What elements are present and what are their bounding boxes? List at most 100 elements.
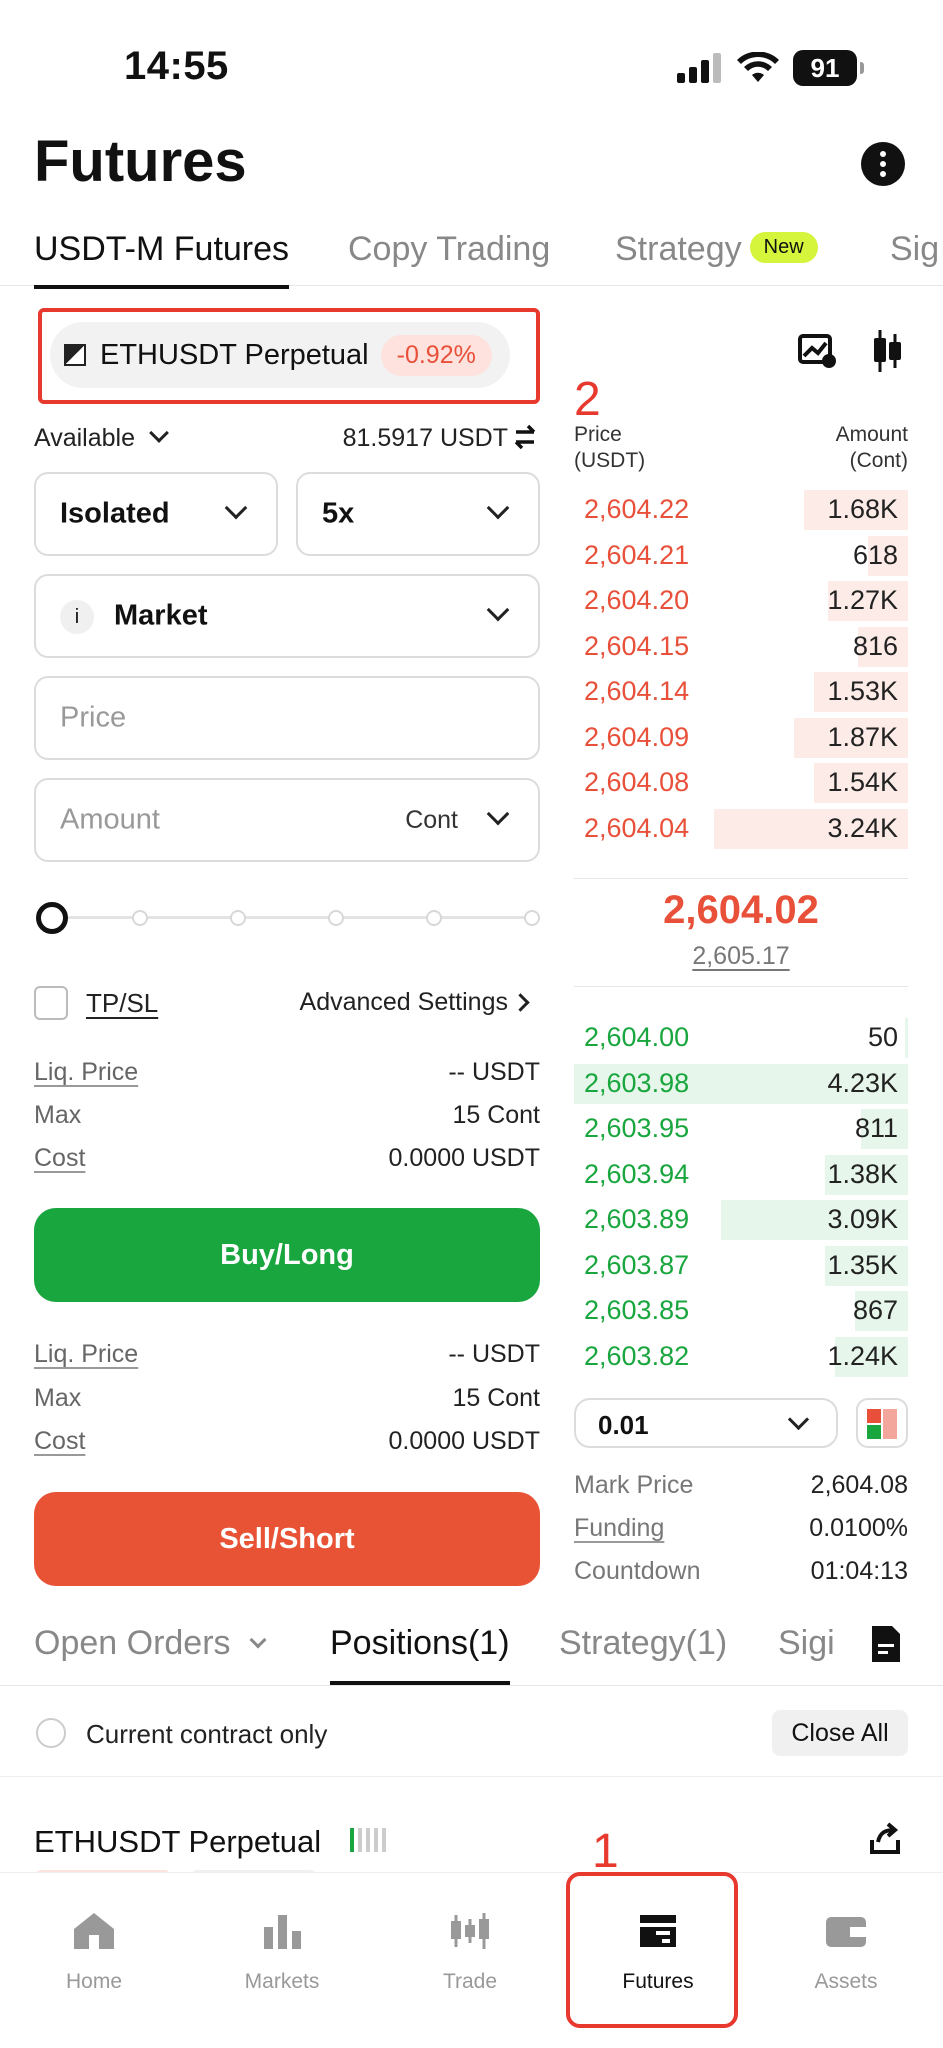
tab-strategy[interactable]: Strategy New xyxy=(615,230,818,269)
annotation-box-futures xyxy=(566,1872,738,2028)
tab-signals[interactable]: Sigi xyxy=(778,1624,838,1663)
bid-amount: 1.35K xyxy=(827,1249,898,1280)
info-icon[interactable]: i xyxy=(60,600,94,634)
available-toggle[interactable]: Available xyxy=(34,423,169,453)
orderbook-amount-header: Amount (Cont) xyxy=(835,423,908,472)
ask-row[interactable]: 2,604.04 3.24K xyxy=(574,807,908,851)
order-type-select[interactable]: i Market xyxy=(34,574,540,658)
transfer-icon[interactable] xyxy=(512,424,538,450)
tab-usdt-m-futures[interactable]: USDT-M Futures xyxy=(34,230,290,289)
amount-input[interactable]: Amount Cont xyxy=(34,778,540,862)
slider-step-90[interactable] xyxy=(426,910,442,926)
bid-row[interactable]: 2,603.87 1.35K xyxy=(574,1244,908,1288)
bid-amount: 4.23K xyxy=(827,1067,898,1098)
divider xyxy=(574,878,908,879)
new-badge: New xyxy=(749,231,818,263)
margin-mode-select[interactable]: Isolated xyxy=(34,472,278,556)
bid-row[interactable]: 2,603.98 4.23K xyxy=(574,1062,908,1106)
layout-bid-block xyxy=(867,1425,881,1439)
slider-step-25[interactable] xyxy=(132,910,148,926)
bid-row[interactable]: 2,603.89 3.09K xyxy=(574,1198,908,1242)
sell-liq-label[interactable]: Liq. Price xyxy=(34,1340,138,1369)
mark-price-label: Mark Price xyxy=(574,1471,694,1499)
ask-amount: 816 xyxy=(852,630,898,661)
tab-copy-trading[interactable]: Copy Trading xyxy=(348,230,550,269)
bid-amount: 50 xyxy=(867,1022,898,1052)
share-icon[interactable] xyxy=(868,1822,902,1856)
slider-step-75[interactable] xyxy=(328,910,344,926)
slider-step-100[interactable] xyxy=(524,910,540,926)
chevron-down-icon xyxy=(486,802,510,826)
buy-cost-value: 0.0000 USDT xyxy=(388,1144,540,1172)
tpsl-checkbox[interactable] xyxy=(34,986,68,1020)
amount-slider[interactable] xyxy=(50,916,540,919)
bid-row[interactable]: 2,603.94 1.38K xyxy=(574,1153,908,1197)
chevron-right-icon xyxy=(511,993,530,1012)
precision-select[interactable]: 0.01 xyxy=(574,1398,838,1448)
bid-row[interactable]: 2,604.00 50 xyxy=(574,1016,908,1060)
candlestick-icon[interactable] xyxy=(872,330,902,372)
sell-cost-value: 0.0000 USDT xyxy=(388,1427,540,1455)
ask-row[interactable]: 2,604.22 1.68K xyxy=(574,488,908,532)
tpsl-label[interactable]: TP/SL xyxy=(86,988,158,1019)
bid-amount: 1.24K xyxy=(827,1340,898,1371)
buy-long-button[interactable]: Buy/Long xyxy=(34,1208,540,1302)
depth-bar xyxy=(904,1018,908,1058)
position-symbol[interactable]: ETHUSDT Perpetual xyxy=(34,1824,321,1860)
buy-cost-label[interactable]: Cost xyxy=(34,1144,85,1173)
ask-price: 2,604.20 xyxy=(584,585,690,615)
sell-liq-value: -- USDT xyxy=(448,1340,540,1368)
advanced-settings-link[interactable]: Advanced Settings xyxy=(280,988,508,1017)
tab-strategy-orders[interactable]: Strategy(1) xyxy=(559,1624,727,1663)
symbol-highlight-box: ETHUSDT Perpetual -0.92% xyxy=(38,308,540,404)
more-options-icon[interactable] xyxy=(861,142,905,186)
sell-short-button[interactable]: Sell/Short xyxy=(34,1492,540,1586)
document-icon[interactable] xyxy=(870,1624,902,1664)
buy-max-value: 15 Cont xyxy=(452,1101,540,1129)
current-contract-label: Current contract only xyxy=(86,1719,328,1749)
ask-price: 2,604.09 xyxy=(584,721,690,752)
markets-icon xyxy=(264,1915,301,1949)
tab-open-orders[interactable]: Open Orders xyxy=(34,1624,267,1663)
tab-positions[interactable]: Positions(1) xyxy=(330,1624,510,1685)
ask-row[interactable]: 2,604.14 1.53K xyxy=(574,670,908,714)
positions-tab-bar: Open Orders Positions(1) Strategy(1) Sig… xyxy=(0,1620,943,1686)
chart-icon[interactable] xyxy=(798,334,838,370)
nav-markets[interactable]: Markets xyxy=(212,1911,352,1994)
bid-row[interactable]: 2,603.95 811 xyxy=(574,1107,908,1151)
amount-unit-select[interactable]: Cont xyxy=(405,806,458,835)
nav-assets[interactable]: Assets xyxy=(776,1911,916,1994)
nav-home[interactable]: Home xyxy=(24,1911,164,1994)
symbol-name: ETHUSDT Perpetual xyxy=(100,338,369,371)
bid-row[interactable]: 2,603.85 867 xyxy=(574,1289,908,1333)
ask-amount: 1.87K xyxy=(827,721,898,752)
bid-price: 2,603.82 xyxy=(584,1340,690,1371)
available-value: 81.5917 USDT xyxy=(342,424,508,452)
buy-liq-label[interactable]: Liq. Price xyxy=(34,1058,138,1087)
ask-amount: 1.27K xyxy=(827,585,898,615)
funding-label[interactable]: Funding xyxy=(574,1514,664,1543)
price-input[interactable]: Price xyxy=(34,676,540,760)
nav-trade[interactable]: Trade xyxy=(400,1911,540,1994)
ask-row[interactable]: 2,604.09 1.87K xyxy=(574,716,908,760)
mark-price-value: 2,604.08 xyxy=(810,1471,908,1499)
sell-cost-label[interactable]: Cost xyxy=(34,1427,85,1456)
close-all-button[interactable]: Close All xyxy=(772,1710,908,1756)
ask-row[interactable]: 2,604.08 1.54K xyxy=(574,761,908,805)
symbol-selector[interactable]: ETHUSDT Perpetual -0.92% xyxy=(50,322,510,388)
orderbook-layout-icon[interactable] xyxy=(856,1398,908,1448)
slider-handle[interactable] xyxy=(36,902,68,934)
sell-max-label: Max xyxy=(34,1384,82,1412)
orderbook-price-header: Price (USDT) xyxy=(574,423,646,472)
bid-row[interactable]: 2,603.82 1.24K xyxy=(574,1335,908,1379)
slider-step-50[interactable] xyxy=(230,910,246,926)
ask-amount: 618 xyxy=(852,539,898,570)
ask-row[interactable]: 2,604.15 816 xyxy=(574,625,908,669)
current-contract-radio[interactable] xyxy=(36,1718,66,1748)
ask-row[interactable]: 2,604.20 1.27K xyxy=(574,579,908,623)
ask-row[interactable]: 2,604.21 618 xyxy=(574,534,908,578)
tab-signal[interactable]: Sig xyxy=(890,230,939,269)
mark-price-mid[interactable]: 2,605.17 xyxy=(574,942,908,971)
chevron-down-icon xyxy=(249,1631,267,1649)
leverage-select[interactable]: 5x xyxy=(296,472,540,556)
